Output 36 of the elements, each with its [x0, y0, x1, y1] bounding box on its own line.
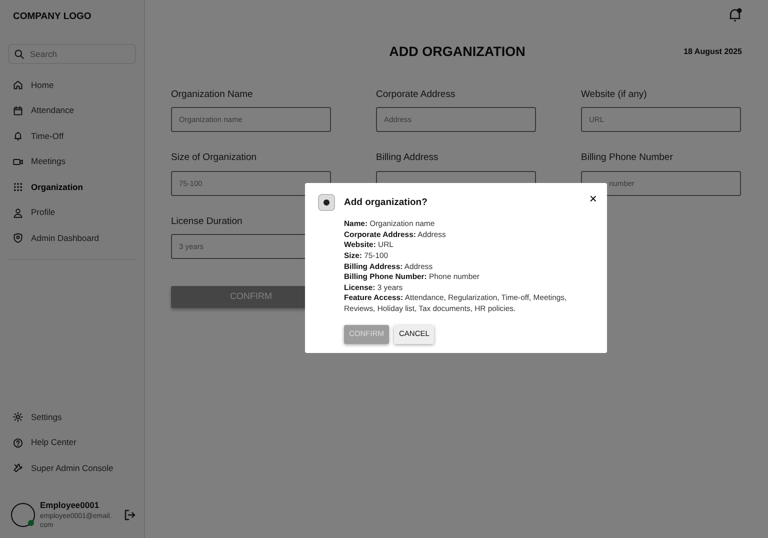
date-text: 18 August 2025 [684, 46, 742, 58]
field-label: Billing Phone Number [581, 151, 674, 166]
bell-icon [13, 131, 23, 141]
help-icon [13, 438, 23, 448]
sidebar-item[interactable]: Help Center [8, 430, 136, 456]
dialog-icon [318, 194, 335, 211]
sidebar-item[interactable]: Super Admin Console [8, 456, 136, 482]
logout-icon[interactable] [124, 508, 136, 521]
notification-bell-icon[interactable] [728, 8, 742, 22]
dialog-title: Add organization? [344, 196, 428, 210]
field-label: Billing Address [376, 151, 440, 166]
sidebar-item[interactable]: Attendance [8, 98, 136, 124]
field-label: License Duration [171, 214, 244, 228]
sidebar-item[interactable]: Time-Off [8, 123, 136, 149]
sidebar-item[interactable]: Home [8, 72, 136, 98]
sidebar-item[interactable]: Profile [8, 200, 136, 226]
video-camera-icon [13, 156, 23, 166]
grid-icon [13, 182, 23, 192]
wrench-icon [13, 463, 23, 474]
field-label: Organization Name [171, 88, 254, 102]
field-label: Website (if any) [581, 88, 648, 102]
user-name: Employee0001 [40, 499, 100, 512]
field-label: Corporate Address [376, 88, 456, 102]
sidebar-item[interactable]: Admin Dashboard [8, 225, 136, 251]
sidebar-item[interactable]: Organization [8, 174, 136, 200]
sidebar-item[interactable]: Meetings [8, 148, 136, 174]
company-logo: COMPANY LOGO [12, 10, 92, 24]
search-field[interactable]: Search [8, 44, 136, 64]
home-icon [13, 80, 23, 90]
person-icon [13, 208, 23, 218]
calendar-icon [13, 106, 23, 116]
settings-icon [13, 412, 23, 422]
sidebar-item[interactable]: Settings [8, 404, 136, 430]
shield-icon [13, 233, 23, 243]
field-label: Size of Organization [171, 151, 258, 166]
page-title: ADD ORGANIZATION [388, 42, 526, 61]
